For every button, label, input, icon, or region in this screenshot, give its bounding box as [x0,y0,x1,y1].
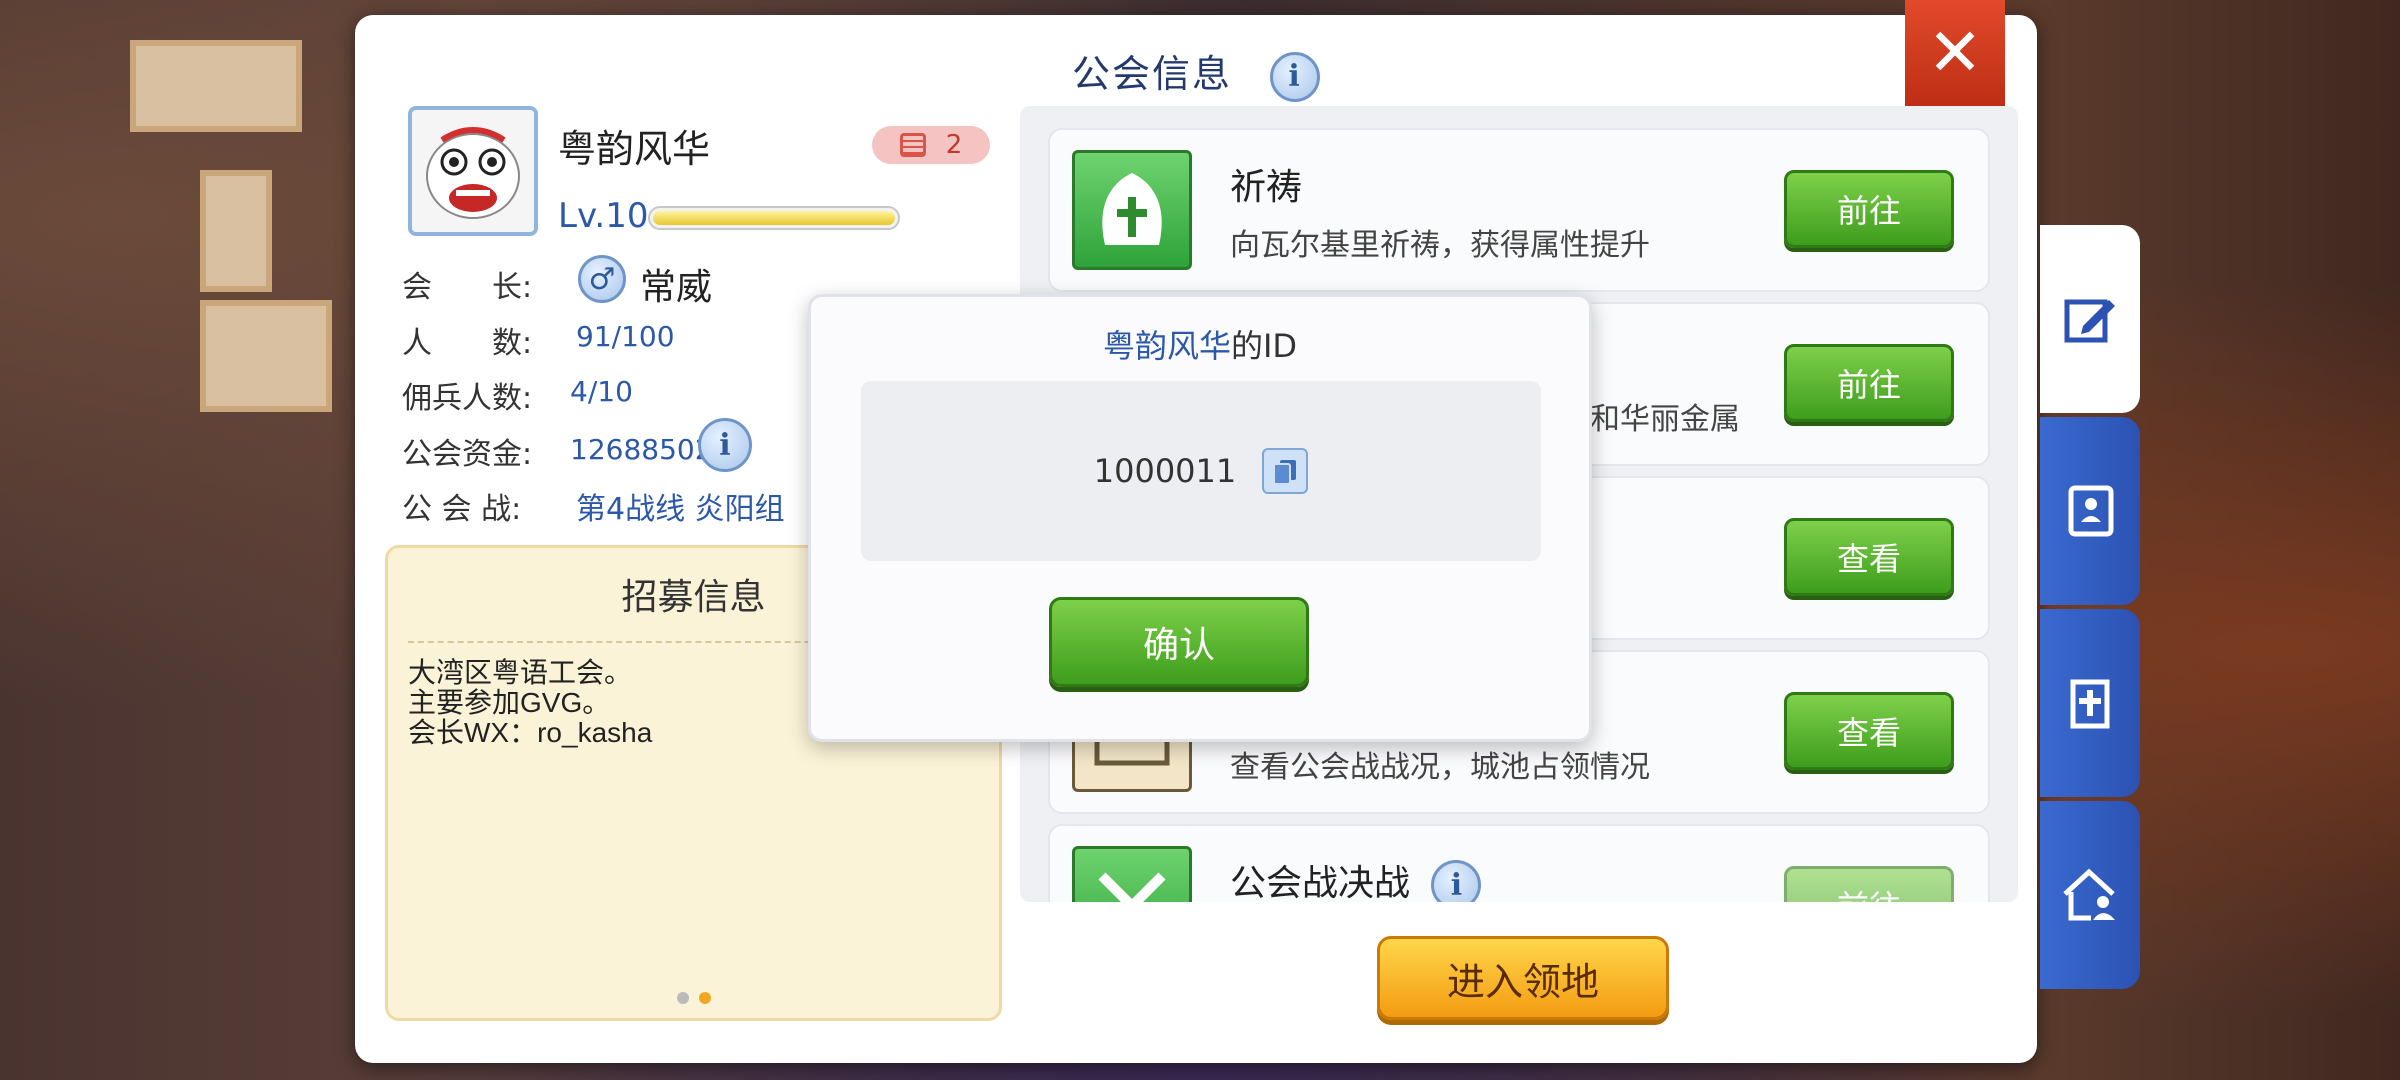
guild-avatar [408,106,538,236]
recruit-line: 大湾区粤语工会。 [408,657,633,688]
page-dot-active[interactable] [698,992,711,1004]
go-button[interactable]: 前往 [1784,170,1954,248]
level-progress-bar [648,206,900,230]
male-icon: ♂ [578,255,626,303]
mercs-label: 佣兵人数: [402,381,533,416]
go-button[interactable]: 前往 [1784,344,1954,422]
mercs-row: 佣兵人数: 4/10 [402,373,633,417]
war-value[interactable]: 第4战线 炎阳组 [576,484,785,528]
list-item: 祈祷 向瓦尔基里祈祷，获得属性提升 前往 [1048,128,1990,292]
tab-edit[interactable] [2040,225,2140,413]
tab-church[interactable] [2040,609,2140,797]
leader-row: 会 长: [402,262,532,306]
members-row: 人 数: 91/100 [402,318,675,362]
wall-frame [130,40,302,132]
crossed-swords-icon [1072,846,1192,902]
server-badge: 2 [872,126,990,164]
members-label: 人 数: [402,326,533,361]
wall-frame [200,170,272,292]
item-desc: 向瓦尔基里祈祷，获得属性提升 [1230,228,1650,263]
item-title: 公会战决战 i [1230,854,1482,902]
funds-row: 公会资金: 12688502 [402,429,713,473]
tab-members[interactable] [2040,417,2140,605]
badge-count: 2 [945,130,963,160]
funds-info-icon[interactable]: i [698,418,752,472]
guild-name: 粤韵风华 [558,127,711,171]
guild-level: Lv.10 [558,196,649,236]
server-icon [899,133,926,157]
id-box: 1000011 [861,381,1541,561]
info-icon[interactable]: i [1270,51,1321,102]
prayer-icon [1072,150,1192,270]
page-dots [388,992,999,1004]
item-title: 祈祷 [1230,167,1303,208]
guild-id-dialog: 粤韵风华的ID 1000011 确认 [808,294,1592,742]
tab-territory[interactable] [2040,801,2140,989]
war-row: 公 会 战: 第4战线 炎阳组 [402,484,785,528]
recruit-text: 大湾区粤语工会。 主要参加GVG。 会长WX：ro_kasha [408,658,652,748]
members-value: 91/100 [576,320,675,353]
dialog-title: 粤韵风华的ID [811,321,1589,367]
guild-id: 1000011 [1093,452,1237,490]
close-button[interactable]: ✕ [1905,0,2005,122]
funds-value: 12688502 [570,433,713,466]
edit-icon [2064,299,2115,343]
go-button[interactable]: 前往 [1784,866,1954,902]
wall-frame [200,300,332,412]
title-text: 公会信息 [1071,52,1232,96]
funds-label: 公会资金: [402,437,533,472]
item-desc: 查看公会战战况，城池占领情况 [1230,750,1650,785]
page-dot[interactable] [676,992,689,1004]
info-icon[interactable]: i [1431,860,1482,902]
level-progress-fill [653,211,895,225]
church-icon [2070,679,2110,729]
copy-button[interactable] [1262,448,1309,494]
view-button[interactable]: 查看 [1784,692,1954,770]
copy-icon [1273,460,1297,485]
mercs-value: 4/10 [570,375,633,408]
leader-name: 常威 [640,267,713,308]
item-desc: 和华丽金属 [1590,402,1740,437]
dialog-title-suffix: 的ID [1230,327,1298,365]
recruit-line: 主要参加GVG。 [408,687,611,718]
war-label: 公 会 战: [402,492,522,527]
leader-label: 会 长: [402,270,533,305]
view-button[interactable]: 查看 [1784,518,1954,596]
contact-book-icon [2068,485,2114,537]
side-tabs [2040,225,2140,993]
panel-title: 公会信息 i [355,43,2037,102]
lion-dance-icon [412,110,534,232]
confirm-button[interactable]: 确认 [1049,597,1309,687]
list-item: 公会战决战 i 前往 [1048,824,1990,902]
home-people-icon [2063,868,2115,921]
item-title-text: 公会战决战 [1230,863,1411,902]
dialog-guild-name: 粤韵风华 [1102,327,1231,365]
recruit-line: 会长WX：ro_kasha [408,717,653,748]
close-icon: ✕ [1927,14,1983,91]
enter-territory-button[interactable]: 进入领地 [1377,936,1669,1020]
